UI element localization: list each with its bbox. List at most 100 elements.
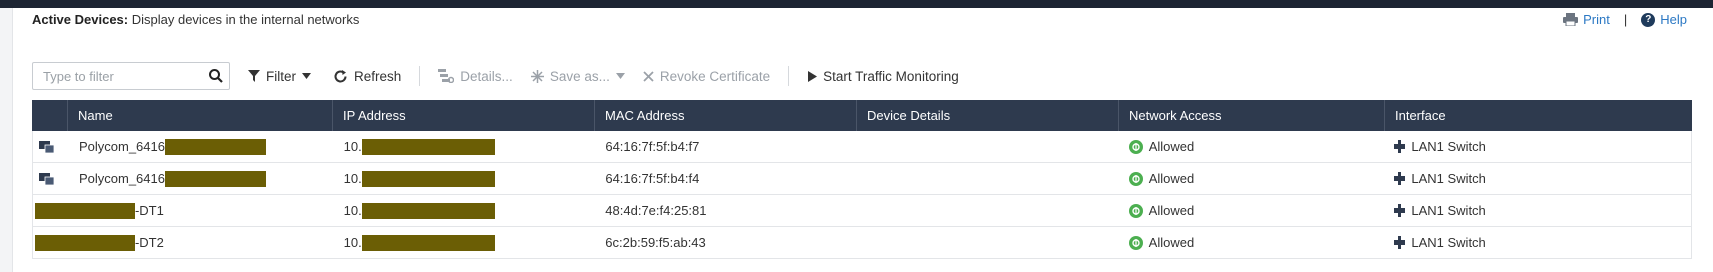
devices-table: Name IP Address MAC Address Device Detai… <box>32 100 1692 259</box>
help-icon: ? <box>1641 12 1656 27</box>
page-header: Active Devices: Display devices in the i… <box>32 12 359 27</box>
redacted-block <box>361 202 495 219</box>
toolbar: Filter Refresh Details... Save as... Rev… <box>32 61 959 91</box>
filter-field <box>32 62 230 90</box>
mac-address-cell: 48:4d:7e:f4:25:81 <box>605 203 707 218</box>
interface-cell: LAN1 Switch <box>1384 163 1691 194</box>
revoke-label: Revoke Certificate <box>659 68 771 84</box>
network-switch-icon <box>1394 204 1406 217</box>
filter-button[interactable]: Filter <box>248 69 311 84</box>
network-access-status: Allowed <box>1148 139 1195 154</box>
device-details-cell <box>857 163 1119 194</box>
table-row[interactable]: Polycom_6416 10. 64:16:7f:5f:b4:f7 Allow… <box>32 131 1692 163</box>
ip-address-cell: 10. <box>334 227 596 258</box>
column-header-name[interactable]: Name <box>68 100 333 131</box>
device-name-cell: -DT1 <box>34 195 334 226</box>
spark-icon <box>530 69 544 83</box>
column-header-mac-address[interactable]: MAC Address <box>595 100 857 131</box>
ip-address: 10. <box>343 139 362 154</box>
toolbar-divider <box>419 66 421 86</box>
device-name: Polycom_6416 <box>78 139 165 154</box>
device-name: -DT2 <box>134 235 164 250</box>
allowed-icon <box>1128 171 1143 186</box>
column-header-ip-address[interactable]: IP Address <box>333 100 595 131</box>
details-button[interactable]: Details... <box>438 69 513 84</box>
refresh-button[interactable]: Refresh <box>333 69 401 84</box>
printer-icon <box>1563 13 1579 26</box>
network-access-cell: Allowed <box>1119 195 1385 226</box>
column-header-network-access[interactable]: Network Access <box>1119 100 1385 131</box>
table-row[interactable]: -DT2 10. 6c:2b:59:f5:ab:43 Allowed LAN1 … <box>32 227 1692 259</box>
interface-name: LAN1 Switch <box>1411 171 1486 186</box>
redacted-block <box>361 170 495 187</box>
play-icon <box>808 70 818 82</box>
table-row[interactable]: -DT1 10. 48:4d:7e:f4:25:81 Allowed LAN1 … <box>32 195 1692 227</box>
help-label: Help <box>1660 12 1687 27</box>
search-icon[interactable] <box>209 69 223 83</box>
device-name-cell: -DT2 <box>34 227 334 258</box>
interface-name: LAN1 Switch <box>1411 203 1486 218</box>
page-title: Active Devices: <box>32 12 129 27</box>
refresh-label: Refresh <box>354 68 402 84</box>
start-monitoring-label: Start Traffic Monitoring <box>823 68 959 84</box>
network-access-status: Allowed <box>1148 235 1195 250</box>
ip-address-cell: 10. <box>334 163 596 194</box>
device-name-cell: Polycom_6416 <box>69 163 334 194</box>
mac-address-cell: 64:16:7f:5f:b4:f4 <box>605 171 700 186</box>
refresh-icon <box>334 69 347 82</box>
phone-device-icon <box>39 140 54 153</box>
phone-device-icon <box>39 172 54 185</box>
redacted-block <box>164 170 266 187</box>
help-link[interactable]: ? Help <box>1641 12 1687 27</box>
row-icon-cell <box>33 131 69 162</box>
network-access-cell: Allowed <box>1119 163 1385 194</box>
filter-input[interactable] <box>41 67 205 85</box>
device-name: Polycom_6416 <box>78 171 165 186</box>
interface-name: LAN1 Switch <box>1411 235 1486 250</box>
caret-down-icon <box>615 73 625 79</box>
device-details-cell <box>857 195 1119 226</box>
row-icon-cell <box>33 163 69 194</box>
funnel-icon <box>248 70 260 82</box>
close-icon <box>643 70 654 82</box>
revoke-certificate-button[interactable]: Revoke Certificate <box>643 69 770 84</box>
table-header: Name IP Address MAC Address Device Detai… <box>32 100 1692 131</box>
start-traffic-monitoring-button[interactable]: Start Traffic Monitoring <box>807 69 959 84</box>
network-access-cell: Allowed <box>1119 131 1385 162</box>
network-access-cell: Allowed <box>1119 227 1385 258</box>
header-separator: | <box>1623 12 1628 27</box>
ip-address-cell: 10. <box>334 131 596 162</box>
redacted-block <box>34 234 135 251</box>
column-header-icon <box>32 100 68 131</box>
interface-cell: LAN1 Switch <box>1384 195 1691 226</box>
redacted-block <box>164 138 266 155</box>
allowed-icon <box>1128 203 1143 218</box>
allowed-icon <box>1128 235 1143 250</box>
interface-name: LAN1 Switch <box>1411 139 1486 154</box>
ip-address: 10. <box>343 171 362 186</box>
column-header-interface[interactable]: Interface <box>1385 100 1692 131</box>
details-icon <box>438 69 455 83</box>
network-switch-icon <box>1394 172 1406 185</box>
network-access-status: Allowed <box>1148 171 1195 186</box>
device-name: -DT1 <box>134 203 164 218</box>
table-row[interactable]: Polycom_6416 10. 64:16:7f:5f:b4:f4 Allow… <box>32 163 1692 195</box>
print-label: Print <box>1583 12 1610 27</box>
print-link[interactable]: Print <box>1563 12 1610 27</box>
interface-cell: LAN1 Switch <box>1384 227 1691 258</box>
save-as-label: Save as... <box>549 68 610 84</box>
top-bar <box>0 0 1713 8</box>
ip-address-cell: 10. <box>334 195 596 226</box>
column-header-device-details[interactable]: Device Details <box>857 100 1119 131</box>
page-subtitle: Display devices in the internal networks <box>128 12 360 27</box>
network-switch-icon <box>1394 140 1406 153</box>
device-name-cell: Polycom_6416 <box>69 131 334 162</box>
allowed-icon <box>1128 139 1143 154</box>
filter-label: Filter <box>266 68 296 84</box>
header-actions: Print | ? Help <box>1563 12 1687 27</box>
save-as-button[interactable]: Save as... <box>530 68 625 84</box>
device-details-cell <box>857 227 1119 258</box>
network-switch-icon <box>1394 236 1406 249</box>
network-access-status: Allowed <box>1148 203 1195 218</box>
ip-address: 10. <box>343 203 362 218</box>
